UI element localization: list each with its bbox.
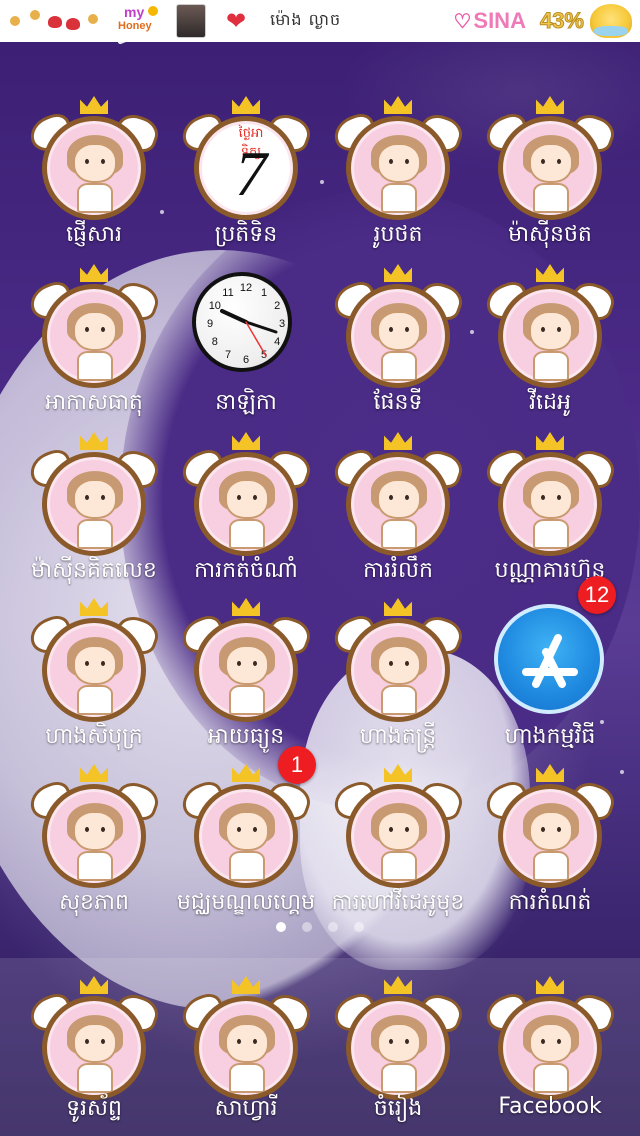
notification-badge: 12 [578, 576, 616, 614]
calculator-icon [25, 432, 163, 560]
itunes-store-icon [329, 598, 467, 726]
itunes-icon [177, 598, 315, 726]
safari-icon [177, 976, 315, 1104]
calendar-icon: ថ្ងៃអាទិត្យ 7 [177, 96, 315, 224]
app-label: រូបថត [373, 222, 423, 247]
app-photos[interactable]: រូបថត [322, 96, 474, 256]
app-label: ហាងសិបុក្រ [45, 724, 143, 749]
app-label: ផែនទី [373, 390, 423, 415]
app-game-center[interactable]: មជ្ឈមណ្ឌលហ្គេម 1 [170, 746, 322, 924]
app-itunes[interactable]: អាយធ្យូន [170, 598, 322, 758]
app-calculator[interactable]: ម៉ាស៊ីនគិតលេខ [18, 432, 170, 592]
app-label: នាឡិកា [215, 390, 277, 415]
sun-icon [148, 6, 158, 16]
videos-icon [481, 264, 619, 392]
app-label: សុខភាព [59, 890, 129, 915]
app-label: ចំរៀង [373, 1096, 423, 1121]
app-notes[interactable]: ការកត់ចំណាំ [170, 432, 322, 592]
notification-badge: 1 [278, 746, 316, 784]
app-label: ផ្ញើសារ [66, 222, 122, 247]
my-honey-logo: my Honey [118, 4, 174, 38]
weather-icon [25, 264, 163, 392]
facebook-icon [481, 976, 619, 1104]
heart-icon: ❤ [226, 7, 247, 35]
phone-icon [25, 976, 163, 1104]
photos-icon [329, 96, 467, 224]
app-label: អាកាសធាតុ [45, 390, 143, 415]
app-weather[interactable]: អាកាសធាតុ [18, 264, 170, 424]
app-safari[interactable]: សាហ្វារី [170, 976, 322, 1136]
my-text: my [124, 4, 145, 20]
status-time: ម៉ោង ល្ងាច [270, 10, 342, 29]
app-label: ការកំណត់ [508, 890, 592, 915]
app-label: ការរំលឹក [363, 558, 433, 583]
app-itunes-store[interactable]: ហាងតន្ត្រី [322, 598, 474, 758]
page-dot[interactable] [276, 922, 286, 932]
honey-text: Honey [118, 20, 152, 32]
app-stocks[interactable]: បណ្ណាគារហ៊ុន [474, 432, 626, 592]
app-app-store[interactable]: ហាងកម្មវិធី 12 [474, 576, 626, 758]
app-phone[interactable]: ទូរស័ព្ទ [18, 976, 170, 1136]
ibooks-icon [25, 598, 163, 726]
page-dot[interactable] [354, 922, 364, 932]
chick-battery-icon [590, 4, 632, 38]
calendar-date: 7 [235, 138, 267, 209]
app-ibooks[interactable]: ហាងសិបុក្រ [18, 598, 170, 758]
health-icon [25, 764, 163, 892]
app-settings[interactable]: ការកំណត់ [474, 764, 626, 924]
carrier-text: SINA [473, 8, 526, 33]
app-facetime[interactable]: ការហៅវីដេអូមុខ [322, 764, 474, 924]
app-messages[interactable]: ផ្ញើសារ [18, 96, 170, 256]
app-camera[interactable]: ម៉ាស៊ីនថត [474, 96, 626, 256]
app-reminders[interactable]: ការរំលឹក [322, 432, 474, 592]
carrier-label: ♡ SINA [453, 8, 526, 34]
notes-icon [177, 432, 315, 560]
page-dot[interactable] [302, 922, 312, 932]
app-label: សាហ្វារី [214, 1096, 278, 1121]
app-store-icon [494, 604, 604, 714]
reminders-icon [329, 432, 467, 560]
app-label: ហាងកម្មវិធី [504, 724, 596, 749]
app-clock[interactable]: 12 1 2 3 4 5 6 7 8 9 10 11 នាឡិកា [170, 264, 322, 424]
app-label: វីដេអូ [529, 390, 571, 415]
app-label: ការកត់ចំណាំ [194, 558, 298, 583]
app-label: ហាងតន្ត្រី [359, 724, 437, 749]
app-facebook[interactable]: Facebook [474, 976, 626, 1136]
status-bar: my Honey ❤ ម៉ោង ល្ងាច ♡ SINA 43% [0, 0, 640, 42]
app-music[interactable]: ចំរៀង [322, 976, 474, 1136]
messages-icon [25, 96, 163, 224]
facetime-icon [329, 764, 467, 892]
app-label: Facebook [498, 1094, 602, 1119]
settings-icon [481, 764, 619, 892]
music-icon [329, 976, 467, 1104]
birds-decoration-icon [8, 6, 104, 36]
page-dot[interactable] [328, 922, 338, 932]
avatar [176, 4, 206, 38]
app-health[interactable]: សុខភាព [18, 764, 170, 924]
app-label: ម៉ាស៊ីនថត [508, 222, 592, 247]
clock-icon: 12 1 2 3 4 5 6 7 8 9 10 11 [192, 272, 292, 372]
stocks-icon [481, 432, 619, 560]
battery-percent: 43% [539, 8, 584, 34]
app-label: ម៉ាស៊ីនគិតលេខ [31, 558, 157, 583]
app-label: ប្រតិទិន [214, 222, 278, 247]
heart-small-icon: ♡ [453, 10, 472, 33]
maps-icon [329, 264, 467, 392]
camera-icon [481, 96, 619, 224]
app-calendar[interactable]: ថ្ងៃអាទិត្យ 7 ប្រតិទិន [170, 96, 322, 256]
app-label: មជ្ឈមណ្ឌលហ្គេម [176, 890, 316, 915]
page-indicator[interactable] [0, 920, 640, 934]
game-center-icon [177, 764, 315, 892]
app-maps[interactable]: ផែនទី [322, 264, 474, 424]
app-label: ទូរស័ព្ទ [66, 1096, 122, 1121]
app-videos[interactable]: វីដេអូ [474, 264, 626, 424]
app-label: ការហៅវីដេអូមុខ [331, 890, 465, 915]
